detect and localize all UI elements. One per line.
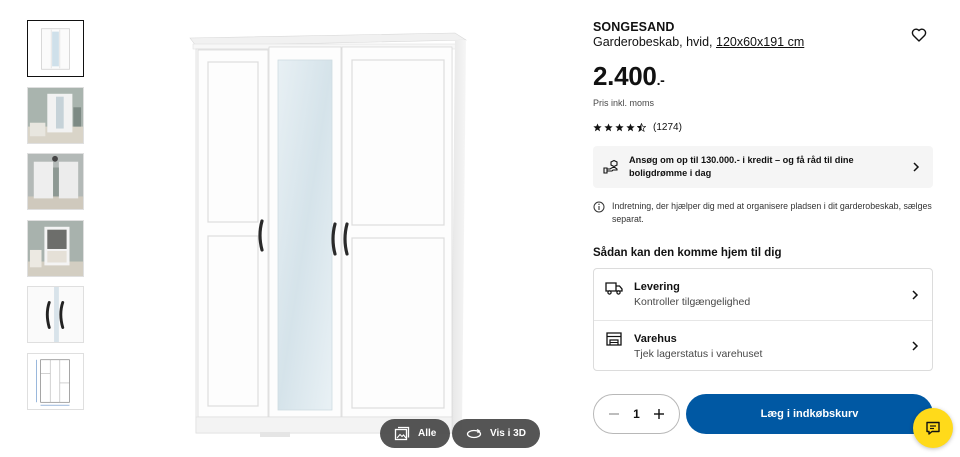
star-rating <box>593 123 646 132</box>
image-gallery-icon <box>394 426 410 440</box>
quantity-stepper: 1 <box>593 394 680 434</box>
product-name: SONGESAND <box>593 20 675 34</box>
credit-hand-icon <box>603 159 618 174</box>
star-half-icon <box>637 123 646 132</box>
thumbnail-dimensions-drawing[interactable] <box>27 352 84 410</box>
delivery-options: Levering Kontroller tilgængelighed Vareh… <box>593 268 933 371</box>
minus-icon <box>609 413 619 415</box>
organizer-info-note: Indretning, der hjælper dig med at organ… <box>593 200 933 226</box>
product-description: Garderobeskab, hvid, 120x60x191 cm <box>593 35 933 49</box>
store-option-title: Varehus <box>634 332 677 345</box>
chevron-right-icon <box>912 341 919 351</box>
product-info-panel: SONGESAND Garderobeskab, hvid, 120x60x19… <box>593 20 933 434</box>
heart-icon[interactable] <box>911 27 927 43</box>
credit-offer-banner[interactable]: Ansøg om op til 130.000.- i kredit – og … <box>593 146 933 188</box>
info-icon <box>593 201 605 213</box>
star-full-icon <box>615 123 624 132</box>
thumbnail-open-wardrobe[interactable] <box>27 219 84 277</box>
wardrobe-illustration <box>189 32 467 437</box>
product-price: 2.400.- <box>593 61 933 95</box>
thumbnail-list <box>27 20 85 419</box>
organizer-info-text: Indretning, der hjælper dig med at organ… <box>612 201 932 224</box>
store-option-row[interactable]: Varehus Tjek lagerstatus i varehuset <box>594 320 932 371</box>
delivery-option-title: Levering <box>634 281 680 293</box>
rating-row[interactable]: (1274) <box>593 122 933 133</box>
delivery-section-title: Sådan kan den komme hjem til dig <box>593 247 782 259</box>
view-all-images-button[interactable]: Alle <box>380 419 451 448</box>
chevron-right-icon <box>913 162 920 172</box>
view-3d-label: Vis i 3D <box>490 428 526 439</box>
price-suffix: .- <box>656 72 665 88</box>
plus-icon <box>654 409 664 419</box>
thumbnail-bedroom-scene-2[interactable] <box>27 153 84 210</box>
truck-icon <box>605 281 623 295</box>
rotate-3d-icon <box>466 428 482 438</box>
store-icon <box>606 332 622 346</box>
price-note: Pris inkl. moms <box>593 98 655 108</box>
star-full-icon <box>593 123 602 132</box>
chevron-right-icon <box>912 289 919 300</box>
increase-quantity-button[interactable] <box>653 408 665 420</box>
price-amount: 2.400 <box>593 61 657 91</box>
thumbnail-handles-detail[interactable] <box>27 286 84 343</box>
product-dimensions-link[interactable]: 120x60x191 cm <box>716 35 804 49</box>
star-full-icon <box>604 123 613 132</box>
chat-button[interactable] <box>913 408 953 448</box>
rating-count: (1274) <box>653 122 682 133</box>
star-full-icon <box>626 123 635 132</box>
decrease-quantity-button[interactable] <box>608 408 620 420</box>
add-to-cart-button[interactable]: Læg i indkøbskurv <box>686 394 933 434</box>
delivery-option-subtitle: Kontroller tilgængelighed <box>634 296 751 308</box>
thumbnail-bedroom-scene-1[interactable] <box>27 86 84 144</box>
view-3d-button[interactable]: Vis i 3D <box>452 419 540 448</box>
store-option-subtitle: Tjek lagerstatus i varehuset <box>634 347 763 360</box>
credit-offer-text: Ansøg om op til 130.000.- i kredit – og … <box>629 155 854 178</box>
main-product-image: Alle Vis i 3D <box>100 0 560 457</box>
product-type: Garderobeskab, hvid, <box>593 35 716 49</box>
thumbnail-wardrobe-front[interactable] <box>27 20 84 77</box>
quantity-value[interactable]: 1 <box>633 407 640 421</box>
view-all-label: Alle <box>418 428 437 439</box>
purchase-row: 1 Læg i indkøbskurv <box>593 394 933 434</box>
delivery-option-row[interactable]: Levering Kontroller tilgængelighed <box>594 269 932 320</box>
chat-icon <box>926 421 940 435</box>
